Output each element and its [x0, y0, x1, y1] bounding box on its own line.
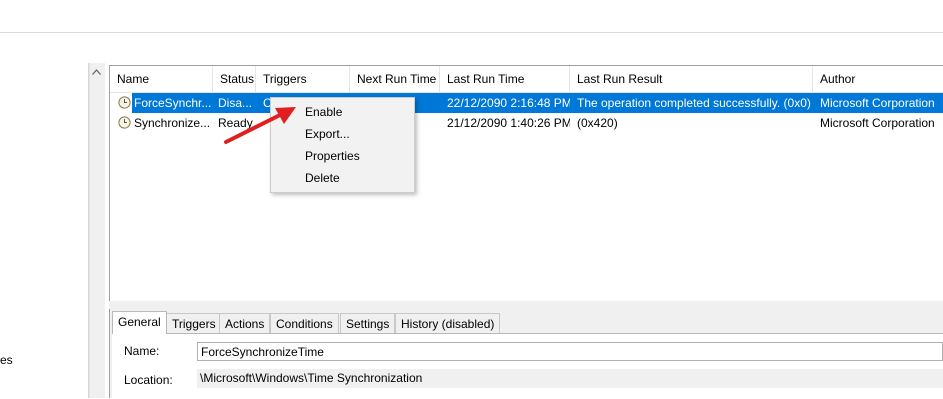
task-name: ForceSynchr...: [134, 96, 212, 110]
location-field: \Microsoft\Windows\Time Synchronization: [197, 369, 943, 388]
column-header-name[interactable]: Name: [110, 66, 213, 92]
task-last-run-result: (0x420): [577, 116, 618, 130]
library-tree-pane[interactable]: [0, 63, 89, 398]
column-header-triggers[interactable]: Triggers: [256, 66, 350, 92]
column-header-last-run-time[interactable]: Last Run Time: [440, 66, 570, 92]
task-name: Synchronize...: [134, 116, 211, 130]
task-last-run-time: 21/12/2090 1:40:26 PM: [447, 116, 570, 130]
task-list-header: Name Status Triggers Next Run Time Last …: [110, 66, 943, 93]
location-label: Location:: [124, 373, 173, 387]
column-header-last-run-result[interactable]: Last Run Result: [570, 66, 813, 92]
pane-splitter[interactable]: [109, 301, 943, 309]
red-arrow-icon: [224, 107, 296, 144]
tree-item-partial-label[interactable]: es: [0, 353, 13, 367]
menu-item-delete[interactable]: Delete: [271, 167, 414, 189]
name-field[interactable]: ForceSynchronizeTime: [197, 342, 943, 361]
chevron-up-icon[interactable]: [89, 63, 104, 80]
vertical-scrollbar[interactable]: [89, 63, 105, 398]
toolbar-separator: [0, 32, 943, 33]
task-last-run-result: The operation completed successfully. (0…: [577, 96, 811, 110]
column-header-next-run-time[interactable]: Next Run Time: [350, 66, 440, 92]
tab-conditions[interactable]: Conditions: [270, 313, 339, 333]
task-last-run-time: 22/12/2090 2:16:48 PM: [447, 96, 570, 110]
column-header-status[interactable]: Status: [213, 66, 256, 92]
tab-history[interactable]: History (disabled): [395, 313, 501, 333]
task-author: Microsoft Corporation: [820, 116, 935, 130]
tab-triggers[interactable]: Triggers: [166, 313, 222, 333]
name-label: Name:: [124, 344, 160, 358]
task-author: Microsoft Corporation: [820, 96, 935, 110]
tab-general[interactable]: General: [112, 311, 167, 334]
column-header-author[interactable]: Author: [813, 66, 943, 92]
tab-actions[interactable]: Actions: [219, 313, 271, 333]
menu-item-properties[interactable]: Properties: [271, 145, 414, 167]
toolbar-area: [0, 0, 943, 32]
tab-settings[interactable]: Settings: [340, 313, 396, 333]
